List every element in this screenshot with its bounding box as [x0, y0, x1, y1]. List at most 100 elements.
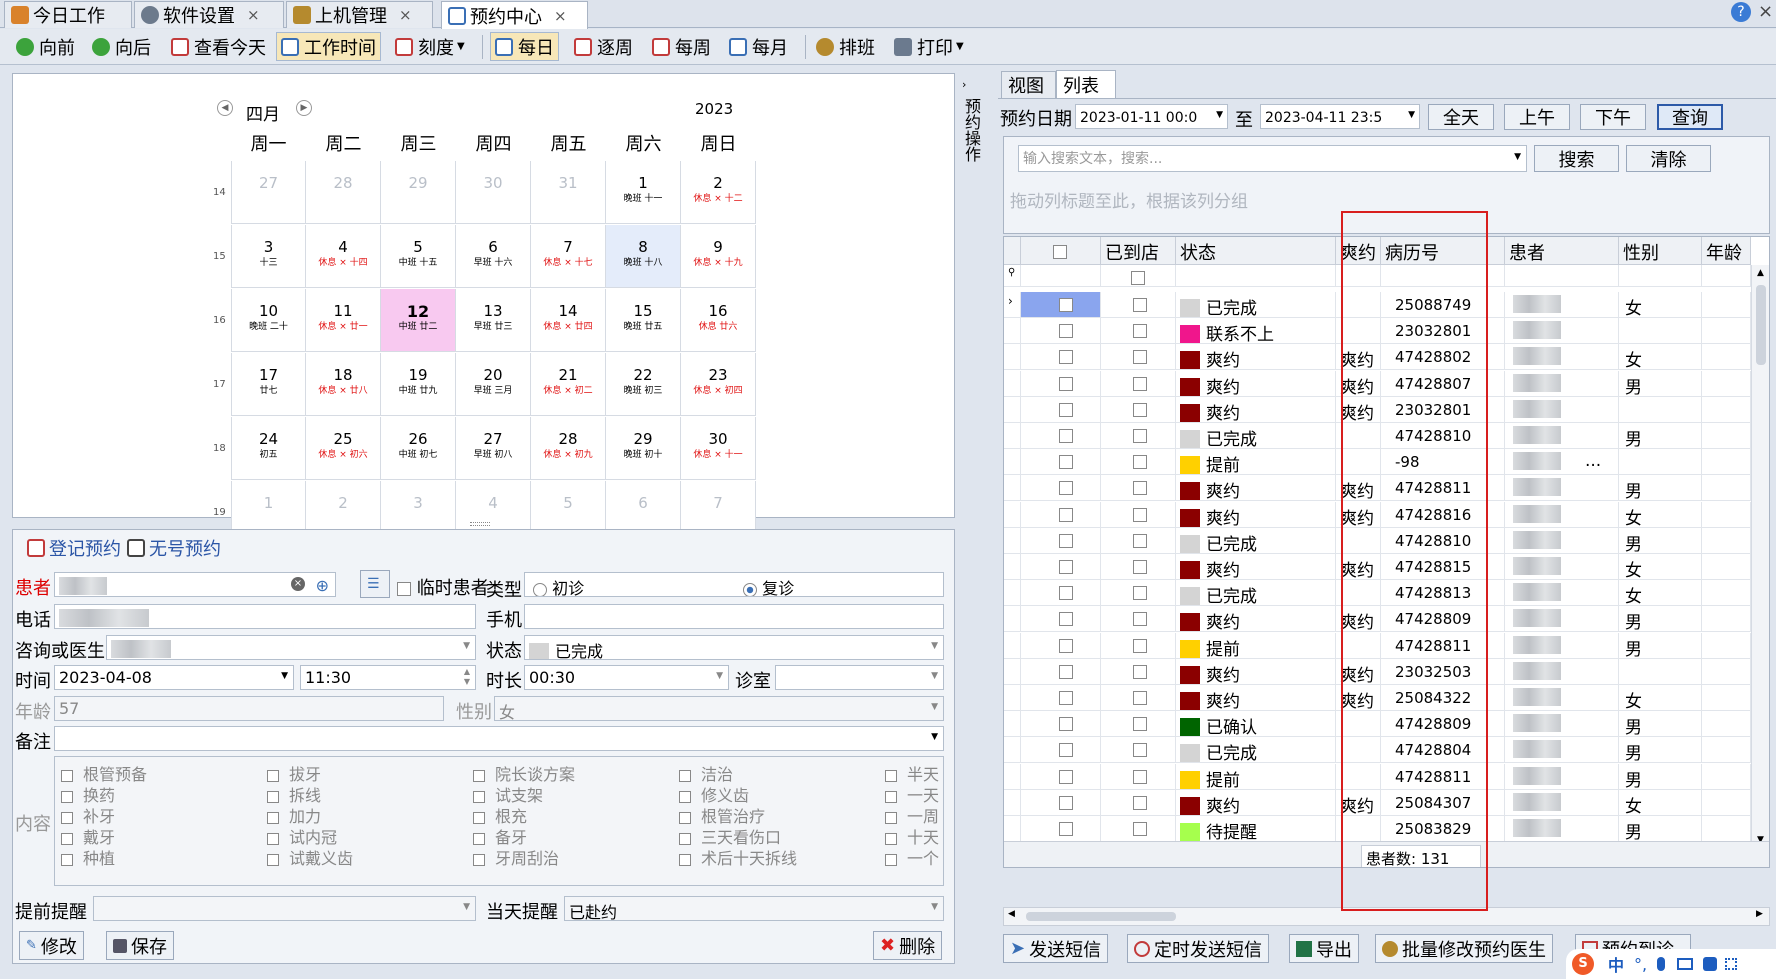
select-checkbox-cell[interactable] [1021, 527, 1101, 554]
calendar-day-cell[interactable]: 16 休息 廿六 [681, 289, 756, 352]
select-checkbox-cell[interactable] [1021, 318, 1101, 345]
checkbox[interactable] [1133, 612, 1147, 627]
calendar-day-cell[interactable]: 24 初五 [231, 417, 306, 480]
checkbox[interactable] [1131, 270, 1145, 285]
tab-no-number-appointment[interactable]: 无号预约 [121, 533, 227, 562]
checkbox[interactable] [1133, 402, 1147, 417]
tab-machine-management[interactable]: 上机管理 × [286, 1, 433, 28]
window-close-icon[interactable]: × [1758, 1, 1773, 22]
checkbox[interactable] [1059, 822, 1073, 836]
select-patient-icon[interactable]: ⊕ [316, 576, 329, 595]
filter-cell[interactable] [1101, 265, 1176, 287]
select-checkbox-cell[interactable] [1021, 658, 1101, 685]
checkbox[interactable] [1059, 402, 1073, 417]
filter-cell[interactable] [1021, 265, 1101, 287]
select-checkbox-cell[interactable] [1021, 449, 1101, 476]
export-button[interactable]: 导出 [1289, 934, 1359, 963]
calendar-day-cell[interactable]: 30 休息 × 十一 [681, 417, 756, 480]
calendar-day-cell[interactable]: 18 休息 × 廿八 [306, 353, 381, 416]
arrived-checkbox-cell[interactable] [1101, 685, 1176, 711]
room-dropdown[interactable]: ▼ [775, 665, 944, 690]
select-checkbox-cell[interactable] [1021, 554, 1101, 580]
tab-list[interactable]: 列表 [1056, 70, 1116, 99]
return-visit-radio[interactable]: 复诊 [743, 575, 794, 596]
splitter-handle[interactable] [470, 522, 490, 526]
time-spinner[interactable]: 11:30 ▲ ▼ [300, 665, 476, 690]
grid-menu-icon[interactable] [1725, 958, 1738, 970]
arrived-checkbox-cell[interactable] [1101, 606, 1176, 633]
arrived-checkbox-cell[interactable] [1101, 449, 1176, 476]
select-checkbox-cell[interactable] [1021, 292, 1101, 318]
calendar-day-cell[interactable]: 25 休息 × 初六 [306, 417, 381, 480]
tab-today-work[interactable]: 今日工作 [4, 1, 132, 28]
weekly-view-button[interactable]: 每周 [648, 32, 715, 61]
checkbox[interactable] [1059, 560, 1073, 574]
arrived-checkbox-cell[interactable] [1101, 475, 1176, 502]
all-day-button[interactable]: 全天 [1428, 104, 1494, 130]
checkbox[interactable] [1133, 298, 1147, 312]
checkbox[interactable] [1133, 429, 1147, 443]
calendar-day-cell[interactable]: 4 休息 × 十四 [306, 225, 381, 288]
filter-cell[interactable] [1176, 265, 1336, 287]
calendar-day-cell[interactable]: 26 中班 初七 [381, 417, 456, 480]
filter-cell[interactable] [1505, 265, 1619, 287]
select-checkbox-cell[interactable] [1021, 789, 1101, 816]
checkbox[interactable] [1059, 376, 1073, 391]
checkbox[interactable] [1059, 533, 1073, 548]
tab-software-settings[interactable]: 软件设置 × [134, 1, 284, 28]
edit-button[interactable]: ✎ 修改 [19, 931, 84, 960]
timed-sms-button[interactable]: 定时发送短信 [1127, 934, 1269, 963]
calendar-day-cell[interactable]: 5 中班 十五 [381, 225, 456, 288]
content-option-checkbox[interactable]: 术后十天拆线 [679, 845, 797, 869]
select-checkbox-cell[interactable] [1021, 711, 1101, 738]
checkbox[interactable] [1059, 717, 1073, 732]
arrived-checkbox-cell[interactable] [1101, 344, 1176, 371]
select-checkbox-cell[interactable] [1021, 370, 1101, 397]
column-header[interactable]: 性别 [1619, 237, 1702, 265]
calendar-day-cell[interactable]: 30 [456, 161, 531, 224]
checkbox[interactable] [1059, 586, 1073, 601]
status-dropdown[interactable]: 已完成 ▼ [524, 635, 944, 660]
calendar-day-cell[interactable]: 27 [231, 161, 306, 224]
content-option-checkbox[interactable]: 牙周刮治 [473, 845, 559, 869]
scale-dropdown[interactable]: 刻度 ▼ [391, 32, 469, 61]
patient-field[interactable]: × ⊕ [54, 572, 336, 597]
checkbox[interactable] [1133, 638, 1147, 653]
arrived-checkbox-cell[interactable] [1101, 370, 1176, 397]
column-header[interactable]: 状态 [1176, 237, 1336, 265]
first-visit-radio[interactable]: 初诊 [533, 575, 584, 596]
select-checkbox-cell[interactable] [1021, 396, 1101, 423]
select-checkbox-cell[interactable] [1021, 763, 1101, 790]
select-checkbox-cell[interactable] [1021, 423, 1101, 449]
column-header[interactable]: 患者 [1505, 237, 1619, 265]
spinner-icon[interactable]: ▲ ▼ [464, 667, 470, 687]
checkbox[interactable] [1059, 481, 1073, 496]
phone-field[interactable] [54, 604, 476, 629]
calendar-day-cell[interactable]: 15 晚班 廿五 [606, 289, 681, 352]
checkbox[interactable] [1133, 324, 1147, 339]
clear-button[interactable]: 清除 [1626, 145, 1711, 172]
work-time-button[interactable]: 工作时间 [276, 32, 381, 61]
calendar-day-cell[interactable]: 28 休息 × 初九 [531, 417, 606, 480]
close-icon[interactable]: × [247, 6, 260, 24]
select-all-header[interactable] [1021, 237, 1101, 265]
arrived-checkbox-cell[interactable] [1101, 292, 1176, 318]
calendar-day-cell[interactable]: 19 中班 廿九 [381, 353, 456, 416]
help-icon[interactable]: ? [1731, 2, 1751, 22]
calendar-day-cell[interactable]: 10 晚班 二十 [231, 289, 306, 352]
next-button[interactable]: 向后 [88, 32, 155, 61]
sameday-reminder-dropdown[interactable]: 已赴约 ▼ [564, 896, 944, 921]
advance-reminder-dropdown[interactable]: ▼ [93, 896, 476, 921]
filter-cell[interactable] [1619, 265, 1702, 287]
arrived-checkbox-cell[interactable] [1101, 763, 1176, 790]
checkbox[interactable] [1133, 533, 1147, 548]
view-today-button[interactable]: 查看今天 [167, 32, 270, 61]
search-button[interactable]: 搜索 [1534, 145, 1619, 172]
checkbox[interactable] [1059, 612, 1073, 627]
morning-button[interactable]: 上午 [1504, 104, 1570, 130]
checkbox[interactable] [1133, 350, 1147, 365]
calendar-day-cell[interactable]: 29 [381, 161, 456, 224]
calendar-day-cell[interactable]: 20 早班 三月 [456, 353, 531, 416]
checkbox[interactable] [1133, 795, 1147, 810]
calendar-day-cell[interactable]: 21 休息 × 初二 [531, 353, 606, 416]
